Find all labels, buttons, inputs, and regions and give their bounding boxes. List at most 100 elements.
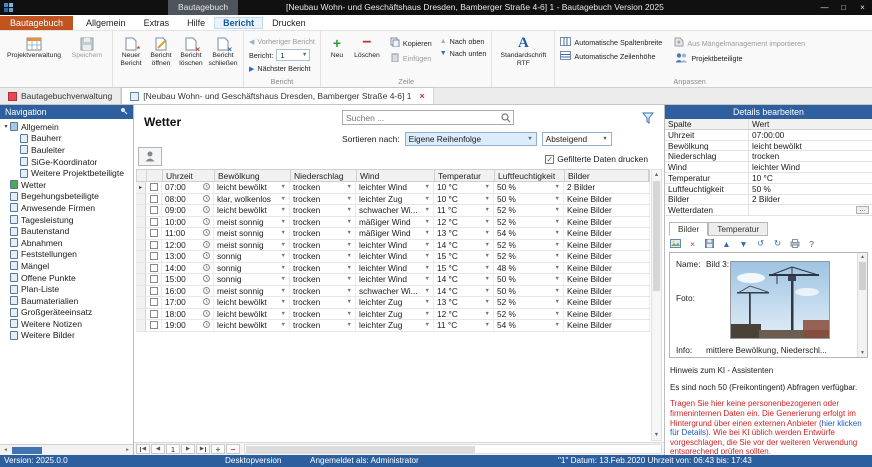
cell-temperatur[interactable]: 11 °C▼ <box>434 320 494 331</box>
ellipsis-button[interactable]: … <box>856 206 869 214</box>
details-row[interactable]: Wetterdaten … <box>665 205 872 216</box>
row-checkbox[interactable] <box>150 275 158 283</box>
details-row[interactable]: Wind leichter Wind <box>665 162 872 173</box>
cell-temperatur[interactable]: 10 °C▼ <box>434 194 494 205</box>
dropdown-arrow-icon[interactable]: ▼ <box>555 219 560 225</box>
tab-bautagebuch-file[interactable]: Bautagebuch <box>0 16 73 30</box>
dropdown-arrow-icon[interactable]: ▼ <box>425 219 430 225</box>
cell-niederschlag[interactable]: trocken▼ <box>290 286 356 297</box>
filter-icon[interactable] <box>642 112 654 126</box>
details-row-value[interactable]: trocken <box>749 151 872 161</box>
cell-wind[interactable]: leichter Wind▼ <box>356 263 434 274</box>
cell-temperatur[interactable]: 15 °C▼ <box>434 251 494 262</box>
col-bewoelkung[interactable]: Bewölkung <box>215 170 291 181</box>
cell-bewoelkung[interactable]: leicht bewölkt▼ <box>214 309 290 320</box>
cell-wind[interactable]: leichter Zug▼ <box>356 194 434 205</box>
dropdown-arrow-icon[interactable]: ▼ <box>555 322 560 328</box>
cell-wind[interactable]: schwacher Wi...▼ <box>356 205 434 216</box>
details-row[interactable]: Uhrzeit 07:00:00 <box>665 130 872 141</box>
delete-image-icon[interactable]: × <box>686 238 699 249</box>
dropdown-arrow-icon[interactable]: ▼ <box>281 196 286 202</box>
details-row-value[interactable]: 10 °C <box>749 173 872 183</box>
tab-projekt-dokument[interactable]: [Neubau Wohn- und Geschäftshaus Dresden,… <box>121 87 433 104</box>
bericht-schliessen-button[interactable]: × Bericht schließen <box>206 33 240 68</box>
dropdown-arrow-icon[interactable]: ▼ <box>281 311 286 317</box>
table-row[interactable]: 18:00 leicht bewölkt▼ trocken▼ leichter … <box>136 309 650 321</box>
tab-bilder[interactable]: Bilder <box>669 222 708 236</box>
dropdown-arrow-icon[interactable]: ▼ <box>347 242 352 248</box>
dropdown-arrow-icon[interactable]: ▼ <box>485 230 490 236</box>
table-row[interactable]: 11:00 meist sonnig▼ trocken▼ mäßiger Win… <box>136 228 650 240</box>
cell-bewoelkung[interactable]: leicht bewölkt▼ <box>214 205 290 216</box>
row-checkbox[interactable] <box>150 310 158 318</box>
rotate-right-icon[interactable]: ↻ <box>771 238 784 249</box>
bericht-number-combo[interactable]: 1 ▼ <box>276 49 310 61</box>
cell-uhrzeit[interactable]: 14:00 <box>162 263 214 274</box>
nav-tree-item[interactable]: SiGe-Koordinator <box>0 156 133 168</box>
einfuegen-button[interactable]: Einfügen <box>388 52 434 64</box>
dropdown-arrow-icon[interactable]: ▼ <box>555 207 560 213</box>
projektverwaltung-button[interactable]: Projektverwaltung <box>3 33 65 60</box>
dropdown-arrow-icon[interactable]: ▼ <box>347 322 352 328</box>
cell-uhrzeit[interactable]: 13:00 <box>162 251 214 262</box>
dropdown-arrow-icon[interactable]: ▼ <box>281 265 286 271</box>
nav-tree-item[interactable]: Großgeräteeinsatz <box>0 307 133 319</box>
table-row[interactable]: 10:00 meist sonnig▼ trocken▼ mäßiger Win… <box>136 217 650 229</box>
cell-bilder[interactable]: Keine Bilder <box>564 228 650 239</box>
dropdown-arrow-icon[interactable]: ▼ <box>485 322 490 328</box>
bericht-loeschen-button[interactable]: × Bericht löschen <box>176 33 206 68</box>
maengel-import-button[interactable]: Aus Mängelmanagement importieren <box>672 37 807 49</box>
dropdown-arrow-icon[interactable]: ▼ <box>425 311 430 317</box>
cell-wind[interactable]: mäßiger Wind▼ <box>356 228 434 239</box>
pin-icon[interactable] <box>120 107 128 117</box>
cell-bilder[interactable]: Keine Bilder <box>564 251 650 262</box>
dropdown-arrow-icon[interactable]: ▼ <box>281 253 286 259</box>
cell-bilder[interactable]: 2 Bilder <box>564 182 650 193</box>
dropdown-arrow-icon[interactable]: ▼ <box>555 276 560 282</box>
cell-luftfeuchtigkeit[interactable]: 52 %▼ <box>494 297 564 308</box>
cell-bewoelkung[interactable]: sonnig▼ <box>214 274 290 285</box>
col-uhrzeit[interactable]: Uhrzeit <box>163 170 215 181</box>
scroll-up-icon[interactable]: ▲ <box>858 254 867 260</box>
cell-uhrzeit[interactable]: 12:00 <box>162 240 214 251</box>
cell-uhrzeit[interactable]: 18:00 <box>162 309 214 320</box>
dropdown-arrow-icon[interactable]: ▼ <box>425 322 430 328</box>
cell-wind[interactable]: leichter Wind▼ <box>356 274 434 285</box>
cell-bewoelkung[interactable]: meist sonnig▼ <box>214 240 290 251</box>
minimize-button[interactable]: — <box>815 0 834 15</box>
cell-niederschlag[interactable]: trocken▼ <box>290 240 356 251</box>
rotate-left-icon[interactable]: ↺ <box>754 238 767 249</box>
cell-temperatur[interactable]: 10 °C▼ <box>434 182 494 193</box>
nav-tree-item[interactable]: Weitere Notizen <box>0 318 133 330</box>
cell-temperatur[interactable]: 14 °C▼ <box>434 286 494 297</box>
cell-bewoelkung[interactable]: meist sonnig▼ <box>214 217 290 228</box>
cell-luftfeuchtigkeit[interactable]: 52 %▼ <box>494 205 564 216</box>
cell-temperatur[interactable]: 14 °C▼ <box>434 274 494 285</box>
nav-tree-item[interactable]: Wetter <box>0 179 133 191</box>
cell-bilder[interactable]: Keine Bilder <box>564 274 650 285</box>
weather-person-button[interactable] <box>138 147 162 166</box>
kopieren-button[interactable]: Kopieren <box>388 37 434 49</box>
prev-record-button[interactable]: ◀ <box>151 444 165 454</box>
cell-uhrzeit[interactable]: 11:00 <box>162 228 214 239</box>
hscroll-thumb[interactable] <box>246 446 475 453</box>
cell-uhrzeit[interactable]: 19:00 <box>162 320 214 331</box>
nav-tree-item[interactable]: Bauleiter <box>0 144 133 156</box>
cell-wind[interactable]: leichter Wind▼ <box>356 240 434 251</box>
details-row[interactable]: Bewölkung leicht bewölkt <box>665 141 872 152</box>
nav-tree-item[interactable]: ▾ Allgemein <box>0 121 133 133</box>
details-row[interactable]: Temperatur 10 °C <box>665 173 872 184</box>
search-icon[interactable] <box>501 113 513 123</box>
nav-tree-item[interactable]: Plan-Liste <box>0 283 133 295</box>
cell-temperatur[interactable]: 12 °C▼ <box>434 309 494 320</box>
dropdown-arrow-icon[interactable]: ▼ <box>281 230 286 236</box>
table-vscrollbar[interactable]: ▲ ▼ <box>651 169 662 441</box>
table-row[interactable]: 19:00 leicht bewölkt▼ trocken▼ leichter … <box>136 320 650 332</box>
dropdown-arrow-icon[interactable]: ▼ <box>347 288 352 294</box>
vscroll-thumb[interactable] <box>653 181 660 291</box>
dropdown-arrow-icon[interactable]: ▼ <box>485 299 490 305</box>
cell-luftfeuchtigkeit[interactable]: 54 %▼ <box>494 228 564 239</box>
row-checkbox[interactable] <box>150 241 158 249</box>
dropdown-arrow-icon[interactable]: ▼ <box>425 299 430 305</box>
tab-bericht[interactable]: Bericht <box>214 17 263 29</box>
